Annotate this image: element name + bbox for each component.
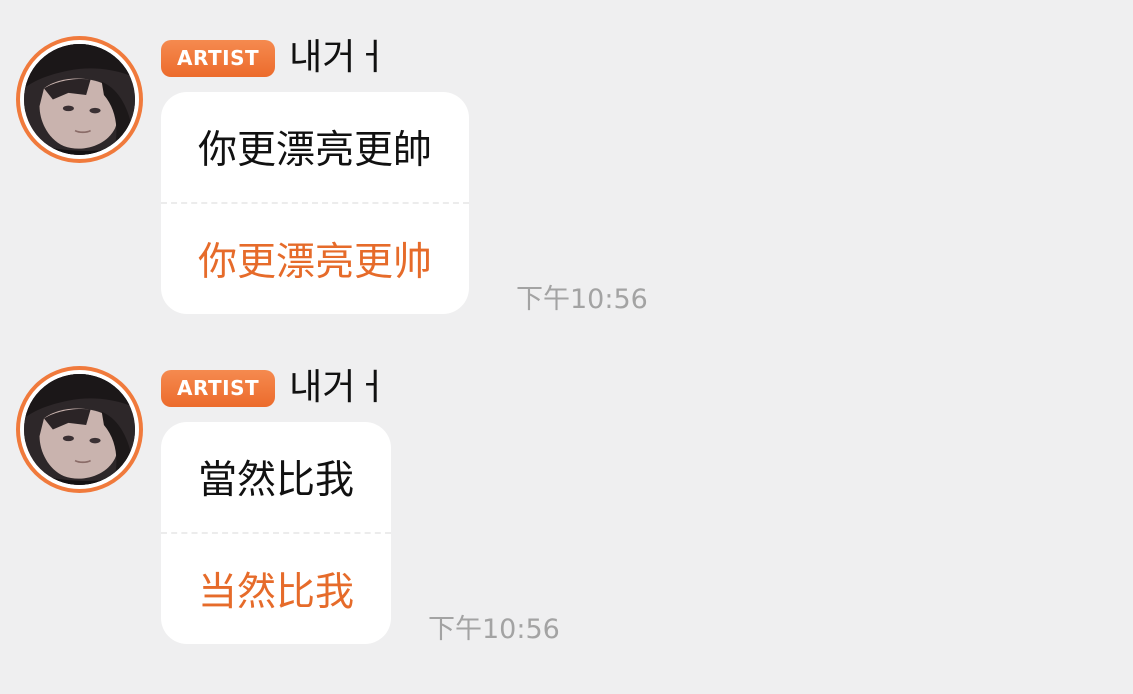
translated-text: 当然比我 [198,570,355,615]
timestamp: 下午10:56 [428,614,560,645]
sender-name[interactable]: 내거ㅓ [289,368,388,408]
sender-row: ARTIST 내거ㅓ [161,368,389,408]
timestamp: 下午10:56 [516,284,648,315]
sender-name[interactable]: 내거ㅓ [289,38,388,78]
avatar[interactable] [16,36,143,163]
artist-badge: ARTIST [161,39,276,77]
translated-text: 你更漂亮更帅 [198,240,433,285]
sender-row: ARTIST 내거ㅓ [161,38,389,78]
avatar-photo [24,374,135,485]
artist-badge: ARTIST [161,369,276,407]
avatar[interactable] [16,366,143,493]
avatar-photo [24,44,135,155]
message-bubble[interactable]: 你更漂亮更帥 你更漂亮更帅 [161,92,470,314]
original-text: 你更漂亮更帥 [198,128,433,173]
original-text: 當然比我 [198,458,355,503]
message-bubble[interactable]: 當然比我 当然比我 [161,422,392,644]
